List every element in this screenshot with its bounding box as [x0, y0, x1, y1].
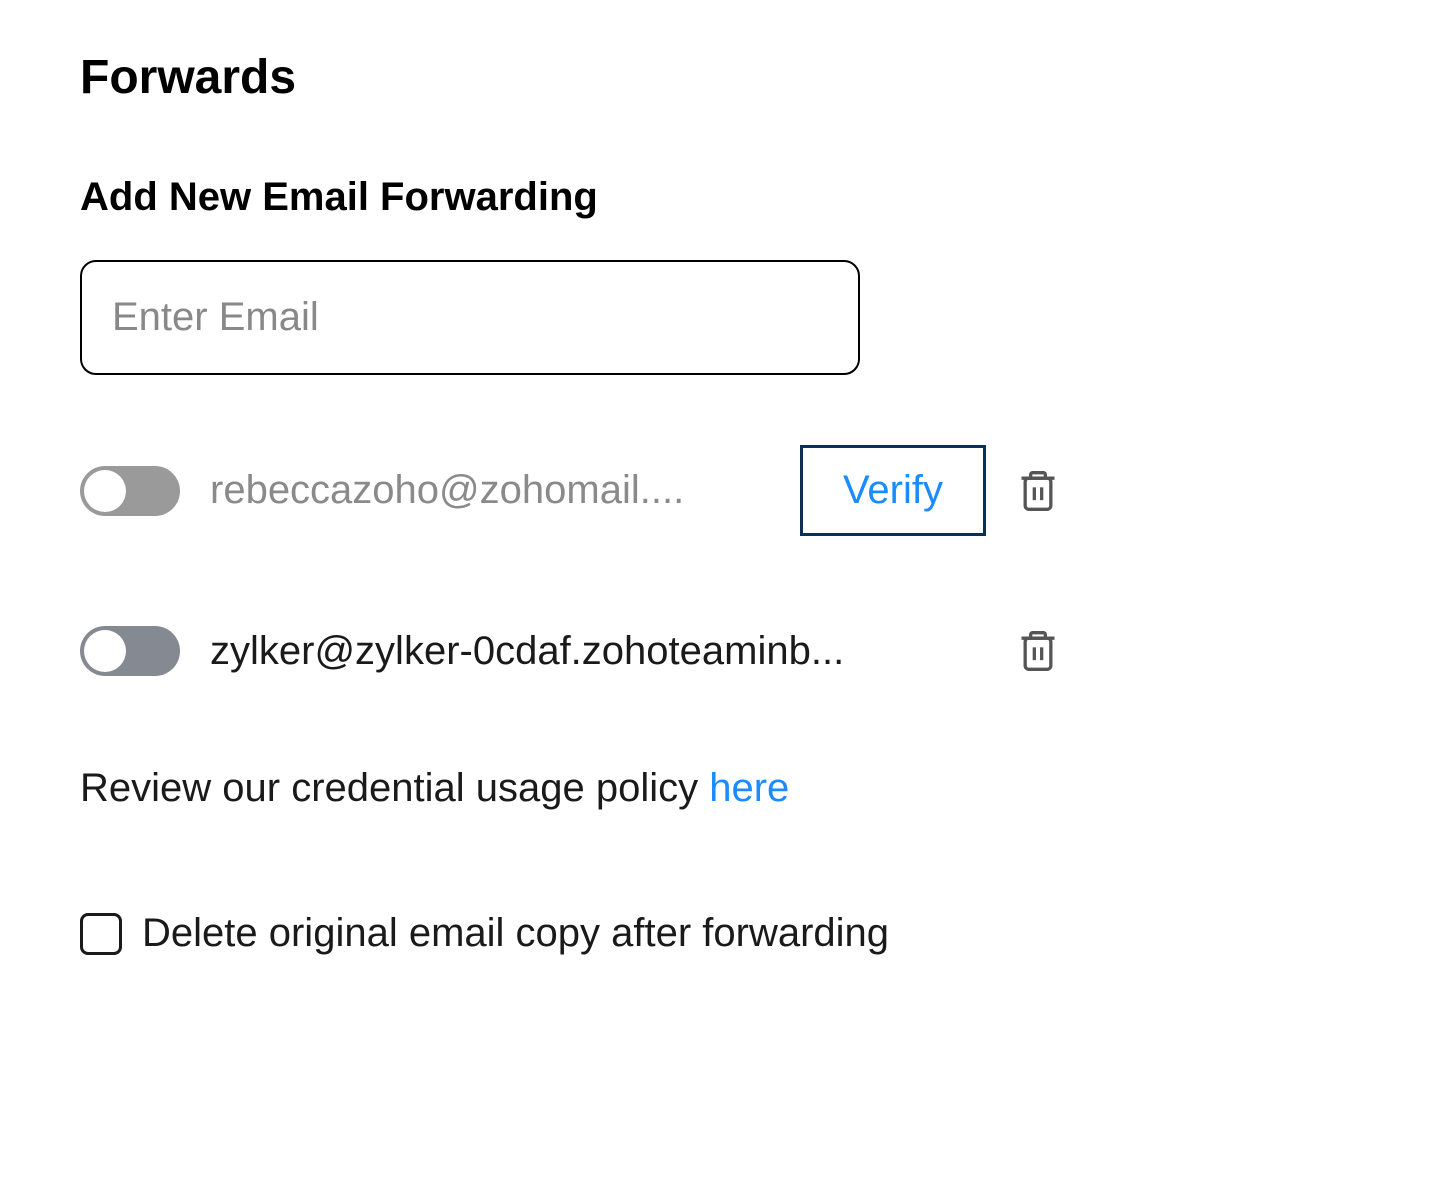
add-forwarding-label: Add New Email Forwarding [80, 175, 1354, 220]
toggle-knob [84, 470, 126, 512]
policy-link[interactable]: here [709, 766, 789, 810]
trash-icon[interactable] [1016, 467, 1060, 515]
delete-checkbox-label: Delete original email copy after forward… [142, 911, 889, 956]
forward-toggle[interactable] [80, 626, 180, 676]
forward-email: zylker@zylker-0cdaf.zohoteaminb... [210, 629, 986, 674]
trash-icon[interactable] [1016, 627, 1060, 675]
forward-row: rebeccazoho@zohomail.... Verify [80, 445, 1060, 536]
forward-row: zylker@zylker-0cdaf.zohoteaminb... [80, 626, 1060, 676]
forward-toggle[interactable] [80, 466, 180, 516]
verify-button[interactable]: Verify [800, 445, 986, 536]
policy-prefix: Review our credential usage policy [80, 766, 709, 810]
delete-checkbox[interactable] [80, 913, 122, 955]
forward-email: rebeccazoho@zohomail.... [210, 468, 770, 513]
toggle-knob [84, 630, 126, 672]
page-title: Forwards [80, 50, 1354, 105]
policy-text: Review our credential usage policy here [80, 766, 1354, 811]
email-input[interactable] [80, 260, 860, 375]
delete-option-row: Delete original email copy after forward… [80, 911, 1354, 956]
